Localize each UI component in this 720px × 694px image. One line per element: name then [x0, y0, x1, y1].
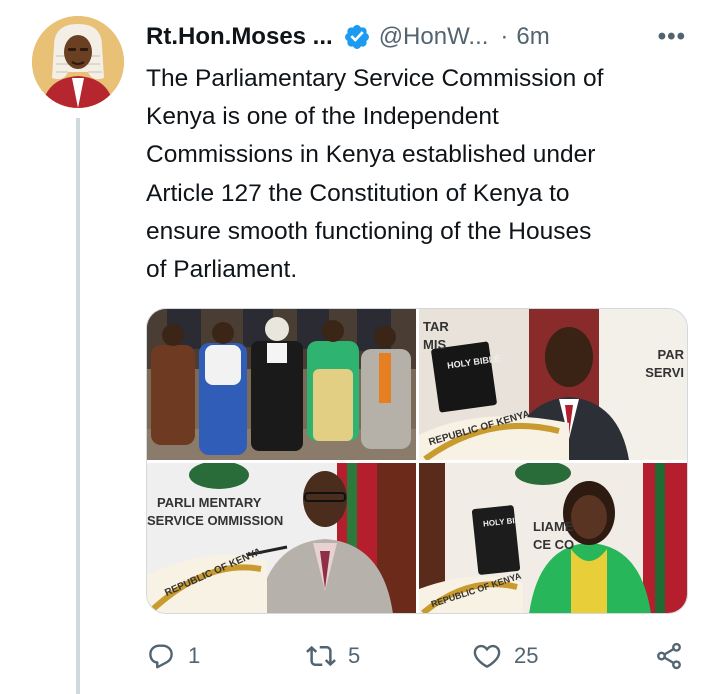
tweet-header: Rt.Hon.Moses ... @HonW... · 6m •••	[146, 20, 702, 54]
retweet-icon	[306, 645, 336, 667]
like-count: 25	[514, 643, 539, 668]
separator-dot: ·	[500, 23, 509, 50]
verified-badge-icon	[344, 25, 369, 49]
author-handle[interactable]: @HonW...	[379, 23, 489, 51]
retweet-count: 5	[348, 643, 361, 668]
reply-count: 1	[188, 643, 201, 668]
timestamp[interactable]: 6m	[516, 23, 549, 51]
tweet-text: The Parliamentary Service Commission of …	[146, 65, 604, 284]
avatar[interactable]	[32, 16, 124, 108]
thread-line	[76, 118, 80, 694]
media-grid: TAR MIS HOLY BIBLE PAR SERVI REPUBLIC OF…	[146, 308, 688, 614]
sign-text-right-2: SERVI	[645, 365, 684, 380]
action-bar: 1 5 25	[146, 636, 690, 676]
like-button[interactable]: 25	[472, 636, 538, 676]
photo-speaker-man[interactable]: PARLI MENTARY SERVICE OMMISSION REPUBLIC…	[147, 463, 416, 613]
photo-oath-man[interactable]: TAR MIS HOLY BIBLE PAR SERVI REPUBLIC OF…	[419, 309, 687, 460]
share-icon	[657, 642, 681, 670]
photo-group[interactable]	[147, 309, 416, 460]
share-button[interactable]	[654, 636, 684, 676]
author-name[interactable]: Rt.Hon.Moses ...	[146, 23, 333, 51]
sign-text-1: LIAME	[533, 519, 574, 534]
sign-text-mid: MIS	[423, 337, 447, 352]
sign-text-1: PARLI MENTARY	[157, 495, 262, 510]
more-icon[interactable]: •••	[658, 23, 686, 51]
reply-icon	[149, 644, 173, 669]
sign-text-2: CE CO	[533, 537, 575, 552]
like-icon	[473, 644, 501, 668]
reply-button[interactable]: 1	[146, 636, 200, 676]
sign-text-right-1: PAR	[657, 347, 684, 362]
retweet-button[interactable]: 5	[306, 636, 360, 676]
sign-text-top: TAR	[423, 319, 449, 334]
photo-oath-woman[interactable]: HOLY BIBLE LIAME CE CO REPUBLIC OF KENYA	[419, 463, 687, 613]
sign-text-2: SERVICE OMMISSION	[147, 513, 284, 528]
